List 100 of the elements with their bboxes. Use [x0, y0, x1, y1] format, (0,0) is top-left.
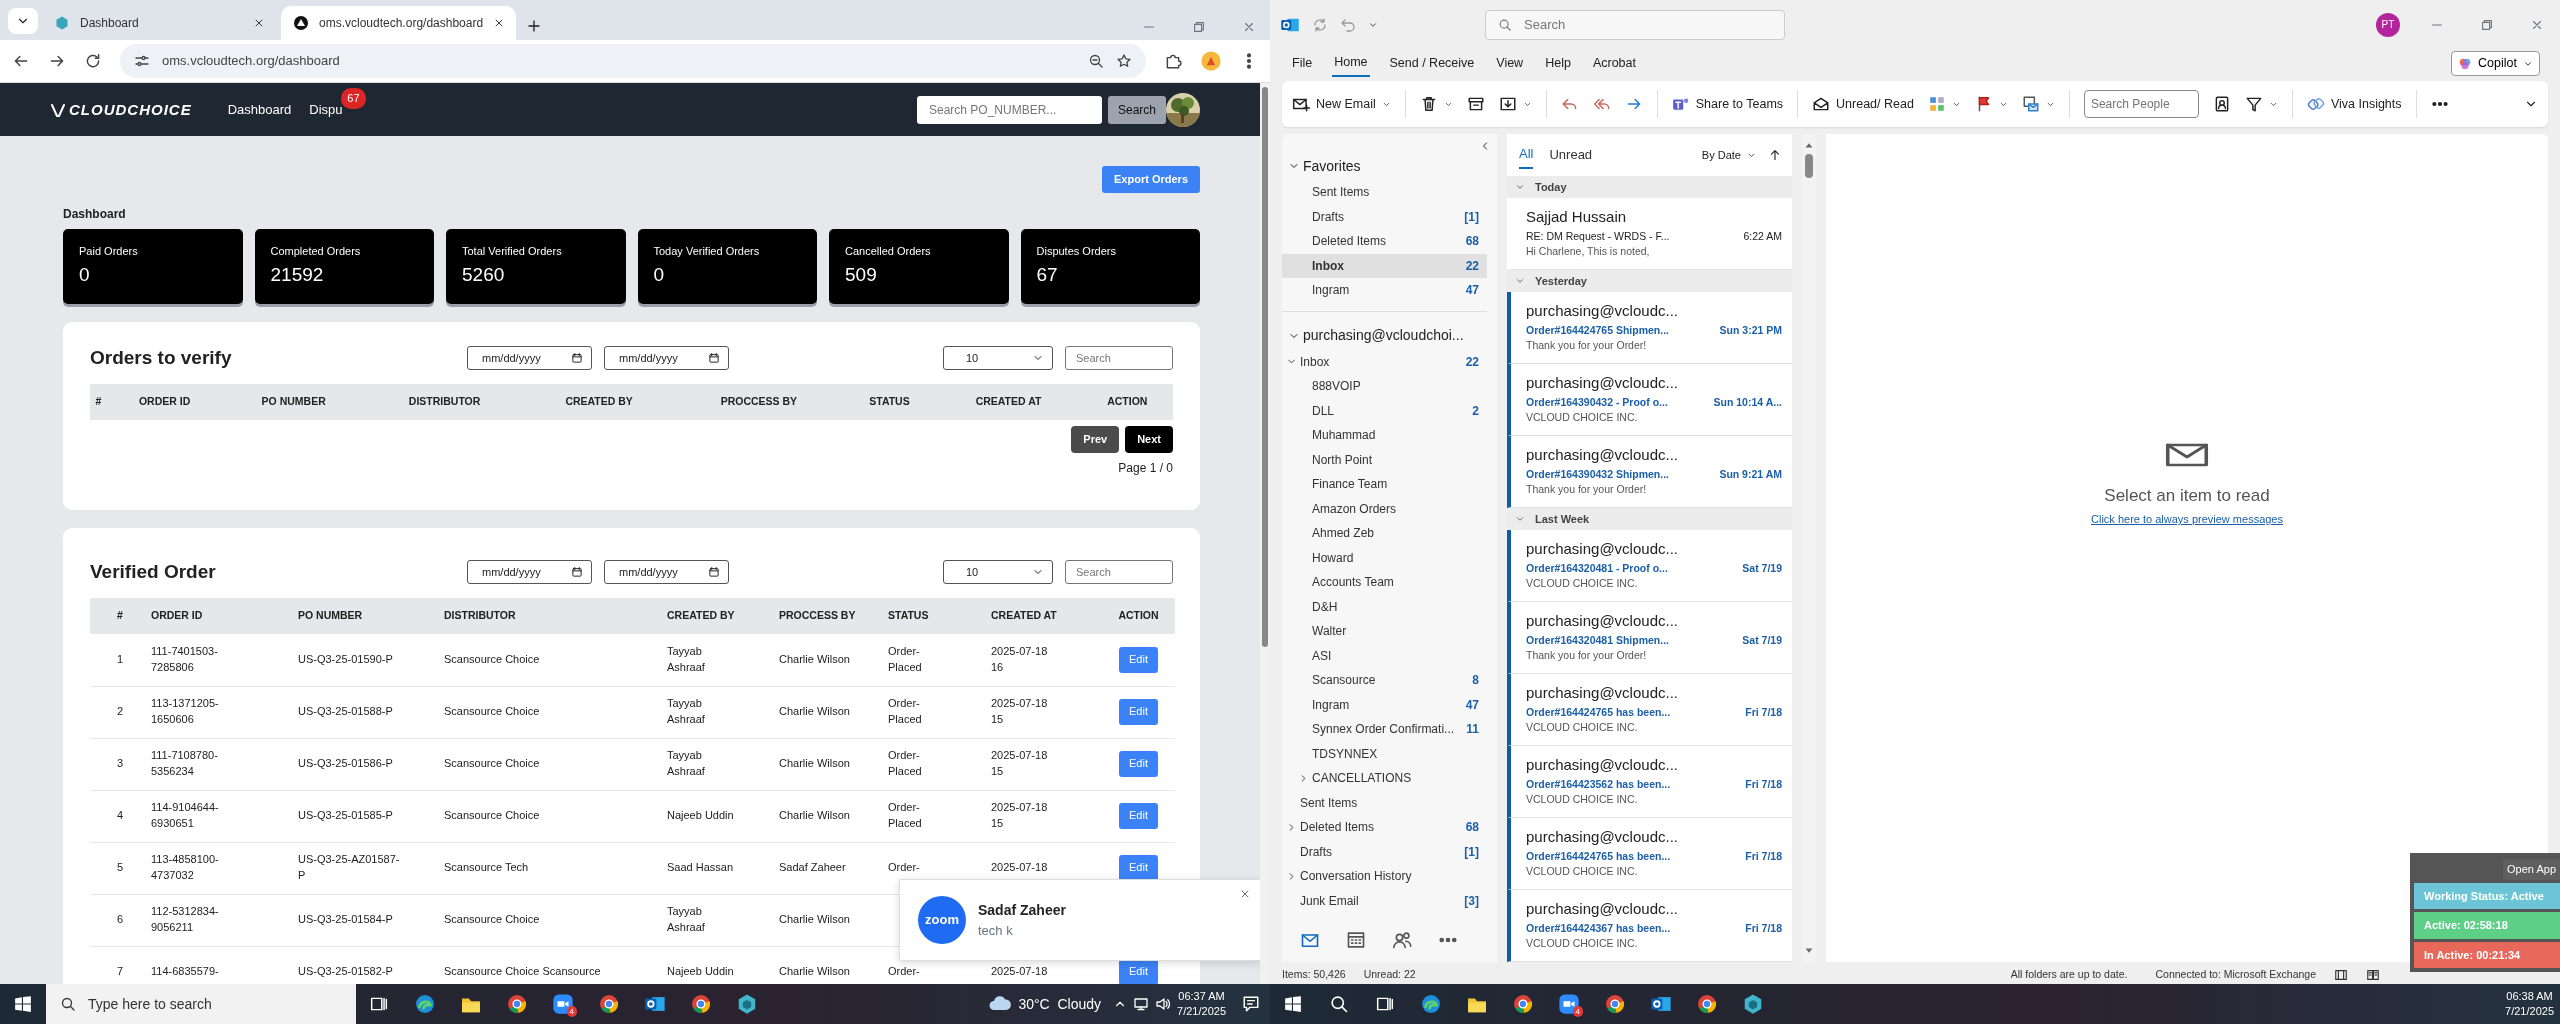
extensions-icon[interactable] [1164, 52, 1182, 71]
message-item[interactable]: purchasing@vcloudc... Order#164424765 has been... Fri 7/18 VCLOUD CHOICE INC. [1507, 818, 1792, 891]
folder-item[interactable]: Inbox 22 [1282, 349, 1497, 375]
task-view-icon[interactable] [370, 995, 388, 1013]
edge-icon[interactable] [1420, 993, 1442, 1015]
export-button[interactable]: Export Orders [1102, 166, 1200, 193]
edit-button[interactable]: Edit [1119, 959, 1158, 984]
message-item[interactable]: purchasing@vcloudc... Order#164423562 has been... Fri 7/18 VCLOUD CHOICE INC. [1507, 746, 1792, 819]
folder-item[interactable]: Sent Items [1282, 790, 1497, 816]
message-item[interactable]: purchasing@vcloudc... Order#164390432 - Proof o... Sun 10:14 A... VCLOUD CHOICE INC. [1507, 364, 1792, 437]
date-field[interactable]: mm/dd/yyyy [604, 346, 729, 371]
unread-read-button[interactable]: Unread/ Read [1812, 94, 1914, 114]
date-field[interactable]: mm/dd/yyyy [467, 346, 592, 371]
folder-item[interactable]: D&H [1282, 594, 1497, 620]
scroll-thumb[interactable] [1805, 154, 1813, 179]
folder-item[interactable]: North Point [1282, 447, 1497, 473]
notification-icon[interactable] [1242, 995, 1260, 1013]
scroll-thumb[interactable] [1262, 87, 1268, 648]
search-field[interactable]: Search PO_NUMBER... [916, 95, 1102, 124]
new-email-button[interactable]: New Email [1292, 94, 1391, 114]
star-icon[interactable] [1116, 53, 1132, 70]
search-field[interactable]: Search [1485, 9, 1785, 40]
rules-button[interactable] [2021, 95, 2055, 114]
message-item[interactable]: purchasing@vcloudc... Order#164424367 has been... Fri 7/18 VCLOUD CHOICE INC. [1507, 890, 1792, 963]
folder-item[interactable]: Howard [1282, 545, 1497, 571]
message-item[interactable]: purchasing@vcloudc... Order#164320481 - Proof o... Sat 7/19 VCLOUD CHOICE INC. [1507, 530, 1792, 603]
folder-item[interactable]: Muhammad [1282, 423, 1497, 448]
folder-item[interactable]: Amazon Orders [1282, 496, 1497, 522]
sort-button[interactable]: By Date [1701, 146, 1756, 164]
clock[interactable]: 06:38 AM 7/21/2025 [2499, 989, 2560, 1019]
open-app-button[interactable]: Open App [2503, 859, 2560, 880]
folder-item[interactable]: Synnex Order Confirmati... 11 [1282, 717, 1497, 742]
volume-icon[interactable] [1155, 996, 1172, 1012]
restore-icon[interactable] [1192, 20, 1206, 34]
folder-item[interactable]: TDSYNNEX [1282, 741, 1497, 767]
group-header[interactable]: Last Week [1507, 508, 1792, 531]
profile-icon[interactable] [1200, 50, 1222, 73]
folder-item[interactable]: Ingram 47 [1282, 278, 1497, 303]
chrome-icon[interactable] [1696, 993, 1718, 1015]
section-header[interactable]: Favorites [1282, 152, 1497, 181]
reading-view-icon[interactable] [2366, 967, 2380, 982]
user-avatar[interactable]: PT [2376, 12, 2400, 37]
folder-item[interactable]: Junk Email [3] [1282, 888, 1497, 914]
close-icon[interactable] [1239, 888, 1251, 900]
menu-tab[interactable]: Acrobat [1590, 51, 1638, 76]
address-bar[interactable]: oms.vcloudtech.org/dashboard [120, 44, 1146, 79]
prev-button[interactable]: Prev [1071, 426, 1120, 453]
folder-item[interactable]: Drafts [1] [1282, 204, 1497, 230]
folder-item[interactable]: Accounts Team [1282, 570, 1497, 595]
folder-item[interactable]: Finance Team [1282, 472, 1497, 497]
clock[interactable]: 06:37 AM 7/21/2025 [1171, 989, 1232, 1019]
page-size-select[interactable]: 10 [943, 346, 1053, 371]
close-icon[interactable] [253, 17, 265, 29]
restore-icon[interactable] [2480, 17, 2494, 32]
copilot-button[interactable]: Copilot [2451, 51, 2540, 76]
chrome-icon[interactable] [598, 993, 620, 1015]
date-field[interactable]: mm/dd/yyyy [604, 560, 729, 585]
menu-tab[interactable]: Send / Receive [1387, 51, 1477, 76]
edge-icon[interactable] [414, 993, 436, 1015]
folder-item[interactable]: 888VOIP [1282, 374, 1497, 399]
zoom-icon[interactable] [552, 993, 574, 1015]
filter-button[interactable] [2244, 95, 2278, 114]
normal-view-icon[interactable] [2334, 967, 2348, 982]
folder-item[interactable]: Drafts [1] [1282, 839, 1497, 865]
folder-item[interactable]: Walter [1282, 619, 1497, 644]
edit-button[interactable]: Edit [1119, 855, 1158, 882]
browser-tab[interactable]: Dashboard [42, 6, 277, 40]
edit-button[interactable]: Edit [1119, 647, 1158, 674]
next-button[interactable]: Next [1125, 426, 1173, 453]
scrollbar[interactable] [1802, 134, 1816, 963]
group-header[interactable]: Today [1507, 176, 1792, 199]
message-item[interactable]: purchasing@vcloudc... Order#164424765 Shipmen... Sun 3:21 PM Thank you for your Order! [1507, 292, 1792, 365]
nav-link[interactable]: Dispu [309, 102, 343, 118]
filter-tab[interactable]: All [1519, 141, 1534, 169]
edit-button[interactable]: Edit [1119, 699, 1158, 726]
viva-insights-button[interactable]: Viva Insights [2306, 94, 2402, 114]
sort-direction-icon[interactable] [1768, 148, 1782, 163]
menu-tab[interactable]: File [1290, 51, 1315, 76]
section-header[interactable]: purchasing@vcloudchoi... [1282, 321, 1497, 350]
categorize-button[interactable] [1927, 95, 1961, 114]
menu-tab[interactable]: Home [1332, 50, 1370, 77]
folder-item[interactable]: Ahmed Zeb [1282, 521, 1497, 546]
new-tab-icon[interactable] [526, 18, 542, 34]
search-field[interactable]: Type here to search [46, 984, 356, 1024]
group-header[interactable]: Yesterday [1507, 270, 1792, 293]
message-item[interactable]: purchasing@vcloudc... Order#164424765 has been... Fri 7/18 VCLOUD CHOICE INC. [1507, 674, 1792, 747]
app-icon[interactable] [736, 993, 758, 1015]
menu-tab[interactable]: Help [1543, 51, 1573, 76]
chrome-icon[interactable] [1604, 993, 1626, 1015]
folder-item[interactable]: Sent Items [1282, 180, 1497, 205]
share-to-teams-button[interactable]: Share to Teams [1671, 94, 1784, 114]
network-icon[interactable] [1133, 996, 1150, 1012]
search-field[interactable]: Search [1065, 560, 1173, 585]
preview-link[interactable]: Click here to always preview messages [2091, 511, 2283, 528]
edit-button[interactable]: Edit [1119, 803, 1158, 830]
folder-item[interactable]: Conversation History [1282, 864, 1497, 889]
folder-item[interactable]: Inbox 22 [1282, 253, 1487, 279]
search-button[interactable]: Search [1107, 95, 1166, 124]
browser-tab[interactable]: oms.vcloudtech.org/dashboard [281, 6, 516, 40]
edit-button[interactable]: Edit [1119, 751, 1158, 778]
